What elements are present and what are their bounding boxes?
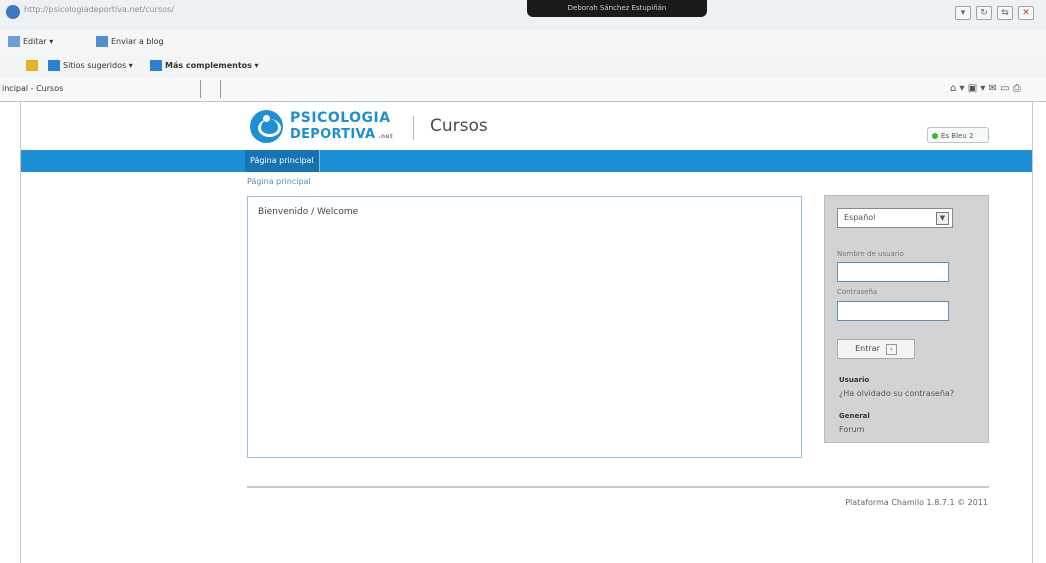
chevron-down-icon[interactable]: ▼ [936, 212, 949, 225]
login-button[interactable]: Entrar › [837, 339, 915, 359]
password-label: Contraseña [837, 288, 878, 296]
favorites-bar: Sitios sugeridos ▾ Más complementos ▾ [0, 54, 1046, 79]
footer-divider [247, 486, 989, 488]
forgot-password-link[interactable]: ¿Ha olvidado su contraseña? [839, 389, 954, 398]
page-border-right [1032, 101, 1033, 563]
compatibility-icon[interactable]: ⇆ [997, 6, 1013, 20]
brand-line-2: DEPORTIVA .net [290, 127, 394, 142]
username-field[interactable] [837, 262, 949, 282]
dropdown-icon[interactable]: ▾ [955, 6, 971, 20]
welcome-text: Bienvenido / Welcome [258, 207, 359, 217]
edit-button[interactable]: Editar ▾ [8, 36, 53, 47]
online-dot-icon [932, 133, 938, 139]
main-content: Bienvenido / Welcome [247, 196, 802, 458]
logo-icon[interactable] [250, 110, 283, 143]
favorites-star-icon[interactable] [26, 60, 41, 71]
window-controls: ▾ ↻ ⇆ ✕ [955, 6, 1034, 20]
ie-icon [150, 60, 162, 71]
footer-text: Plataforma Chamilo 1.8.7.1 © 2011 [845, 498, 988, 507]
tab-divider [200, 80, 201, 98]
toolbar-row: Editar ▾ Enviar a blog [0, 30, 1046, 55]
close-icon[interactable]: ✕ [1018, 6, 1034, 20]
suggested-sites-link[interactable]: Sitios sugeridos ▾ [48, 60, 133, 71]
ie-icon [48, 60, 60, 71]
browser-chrome: http://psicologiadeportiva.net/cursos/ D… [0, 0, 1046, 102]
edit-icon [8, 36, 20, 47]
tab-active[interactable]: incipal - Cursos [2, 84, 63, 93]
password-field[interactable] [837, 301, 949, 321]
address-bar-row: http://psicologiadeportiva.net/cursos/ D… [0, 0, 1046, 31]
brand-line-1: PSICOLOGIA [290, 110, 391, 126]
tab-divider [220, 80, 221, 98]
refresh-icon[interactable]: ↻ [976, 6, 992, 20]
header-separator [413, 116, 414, 140]
send-to-blog-button[interactable]: Enviar a blog [96, 36, 164, 47]
forum-link[interactable]: Forum [839, 425, 864, 434]
arrow-right-icon: › [885, 344, 897, 355]
tab-home[interactable]: Página principal [245, 150, 320, 172]
username-label: Nombre de usuario [837, 250, 904, 258]
general-heading: General [839, 412, 870, 420]
language-status-badge[interactable]: Es Bleu 2 [927, 127, 989, 143]
login-panel: Español ▼ Nombre de usuario Contraseña E… [824, 195, 989, 443]
command-bar-icons[interactable]: ⌂ ▾ ▣ ▾ ✉ ▭ ⎙ [950, 83, 1021, 94]
language-select[interactable]: Español ▼ [837, 208, 953, 228]
more-addons-link[interactable]: Más complementos ▾ [150, 60, 258, 71]
tooltip: Deborah Sánchez Estupiñán [527, 0, 707, 17]
address-bar[interactable]: http://psicologiadeportiva.net/cursos/ [24, 5, 224, 19]
blog-icon [96, 36, 108, 47]
nav-bar [21, 150, 1032, 172]
tab-row: incipal - Cursos ⌂ ▾ ▣ ▾ ✉ ▭ ⎙ [0, 78, 1046, 102]
user-heading: Usuario [839, 376, 870, 384]
page-title: Cursos [430, 116, 488, 136]
breadcrumb[interactable]: Página principal [247, 177, 311, 186]
globe-icon [6, 5, 20, 19]
